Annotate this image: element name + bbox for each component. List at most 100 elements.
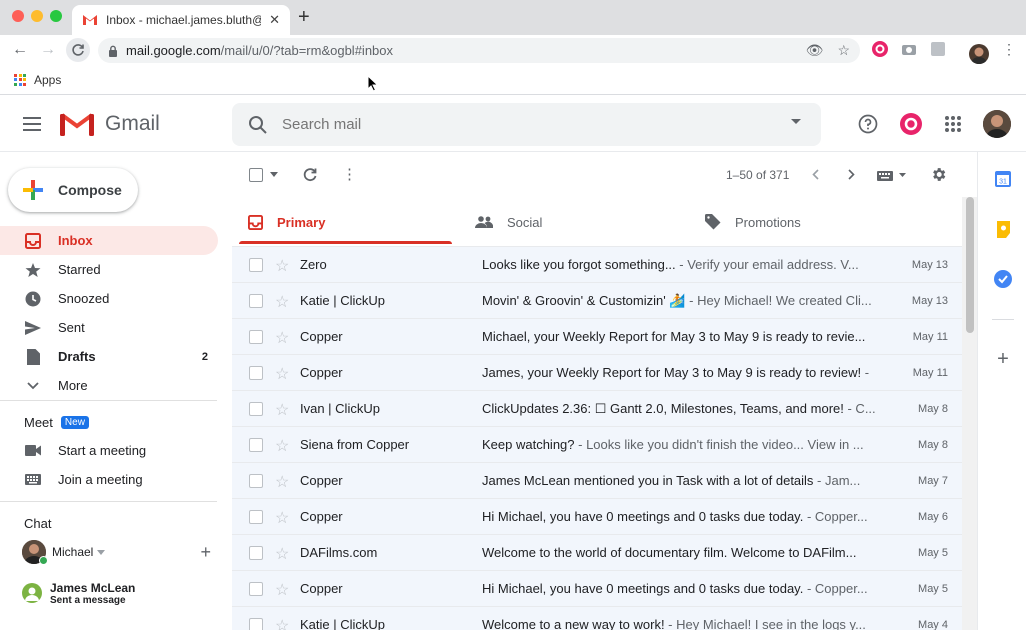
star-icon[interactable]: ☆ — [275, 580, 289, 600]
scrollbar-thumb[interactable] — [966, 197, 974, 333]
more-options-icon[interactable]: ⋮ — [342, 165, 357, 183]
maximize-window-button[interactable] — [50, 10, 62, 22]
search-input[interactable] — [282, 116, 762, 133]
refresh-icon[interactable] — [303, 167, 317, 182]
star-icon[interactable]: ☆ — [275, 400, 289, 420]
keep-icon[interactable] — [994, 220, 1012, 238]
send-icon — [24, 319, 42, 337]
gmail-logo[interactable]: Gmail — [60, 111, 160, 137]
star-icon[interactable]: ☆ — [275, 436, 289, 456]
sidebar-item-inbox[interactable]: Inbox — [0, 226, 218, 255]
tab-promotions[interactable]: Promotions — [705, 197, 801, 247]
star-icon[interactable]: ☆ — [275, 616, 289, 630]
url-host: mail.google.com — [126, 43, 221, 58]
search-icon[interactable] — [248, 115, 268, 135]
forward-button[interactable]: → — [36, 39, 60, 61]
chat-user-status[interactable]: Michael + — [22, 539, 217, 565]
older-chevron-left-icon[interactable] — [812, 169, 819, 180]
search-options-chevron-down-icon[interactable] — [791, 119, 801, 124]
main-menu-button[interactable] — [20, 113, 44, 135]
select-chevron-down-icon[interactable] — [270, 172, 278, 177]
google-apps-icon[interactable] — [941, 112, 965, 136]
star-icon[interactable]: ☆ — [275, 328, 289, 348]
bookmark-star-icon[interactable]: ☆ — [837, 42, 850, 59]
email-row[interactable]: ☆ DAFilms.com Welcome to the world of docu… — [232, 535, 962, 571]
star-icon[interactable]: ☆ — [275, 256, 289, 276]
apps-grid-icon[interactable] — [14, 73, 26, 86]
tag-icon — [705, 214, 721, 230]
reload-button[interactable] — [66, 38, 90, 62]
new-chat-plus-icon[interactable]: + — [200, 542, 211, 563]
email-checkbox[interactable] — [249, 474, 263, 488]
input-tools-chevron-down-icon[interactable] — [899, 173, 906, 177]
star-icon[interactable]: ☆ — [275, 364, 289, 384]
clickup-icon[interactable] — [899, 112, 923, 136]
chat-contact-james[interactable]: James McLean Sent a message — [22, 578, 217, 608]
start-meeting-item[interactable]: Start a meeting — [0, 436, 218, 465]
email-snippet: Keep watching? - Looks like you didn't f… — [482, 437, 877, 452]
clickup-extension-icon[interactable] — [871, 40, 889, 58]
puzzle-extension-icon[interactable] — [929, 40, 947, 58]
tasks-icon[interactable] — [994, 270, 1012, 288]
omnibox[interactable]: mail.google.com/mail/u/0/?tab=rm&ogbl#in… — [98, 38, 860, 63]
join-meeting-item[interactable]: Join a meeting — [0, 465, 218, 494]
email-row[interactable]: ☆ Zero Looks like you forgot something... … — [232, 247, 962, 283]
eye-icon[interactable]: 👁 — [806, 42, 824, 59]
gmail-m-icon — [60, 113, 94, 136]
star-icon[interactable]: ☆ — [275, 544, 289, 564]
email-row[interactable]: ☆ Ivan | ClickUp ClickUpdates 2.36: ☐ Gant… — [232, 391, 962, 427]
star-icon[interactable]: ☆ — [275, 472, 289, 492]
input-tools-keyboard-icon[interactable] — [877, 171, 893, 181]
star-icon[interactable]: ☆ — [275, 508, 289, 528]
apps-bookmark[interactable]: Apps — [34, 73, 61, 87]
tab-social[interactable]: Social — [475, 197, 542, 247]
minimize-window-button[interactable] — [31, 10, 43, 22]
get-addons-plus-icon[interactable]: + — [994, 348, 1012, 370]
sidebar: Compose Inbox Starred Snoozed Sent Draft… — [0, 152, 232, 630]
email-row[interactable]: ☆ Copper Hi Michael, you have 0 meetings a… — [232, 499, 962, 535]
sidebar-item-starred[interactable]: Starred — [0, 255, 218, 284]
account-avatar[interactable] — [983, 110, 1011, 138]
newer-chevron-right-icon[interactable] — [848, 169, 855, 180]
select-all-checkbox[interactable] — [249, 168, 263, 182]
email-checkbox[interactable] — [249, 330, 263, 344]
tab-primary[interactable]: Primary — [248, 197, 325, 247]
email-row[interactable]: ☆ Copper Michael, your Weekly Report for M… — [232, 319, 962, 355]
compose-button[interactable]: Compose — [8, 168, 138, 212]
settings-gear-icon[interactable] — [930, 166, 947, 183]
email-sender: Katie | ClickUp — [300, 617, 386, 630]
email-checkbox[interactable] — [249, 582, 263, 596]
browser-tab-inbox[interactable]: Inbox - michael.james.bluth@g ✕ — [72, 5, 290, 35]
email-row[interactable]: ☆ Copper Hi Michael, you have 0 meetings a… — [232, 571, 962, 607]
sidebar-item-snoozed[interactable]: Snoozed — [0, 284, 218, 313]
email-checkbox[interactable] — [249, 366, 263, 380]
help-icon[interactable] — [856, 112, 880, 136]
email-row[interactable]: ☆ Copper James, your Weekly Report for May… — [232, 355, 962, 391]
sidebar-item-sent[interactable]: Sent — [0, 313, 218, 342]
star-icon[interactable]: ☆ — [275, 292, 289, 312]
tab-close-icon[interactable]: ✕ — [269, 12, 280, 28]
sidebar-item-drafts[interactable]: Drafts 2 — [0, 342, 218, 371]
email-row[interactable]: ☆ Katie | ClickUp Welcome to a new way to … — [232, 607, 962, 630]
chat-status-chevron-down-icon[interactable] — [97, 549, 106, 555]
email-checkbox[interactable] — [249, 510, 263, 524]
email-checkbox[interactable] — [249, 258, 263, 272]
email-row[interactable]: ☆ Siena from Copper Keep watching? - Looks… — [232, 427, 962, 463]
email-row[interactable]: ☆ Copper James McLean mentioned you in Tas… — [232, 463, 962, 499]
email-list-scrollbar[interactable] — [962, 197, 977, 630]
email-row[interactable]: ☆ Katie | ClickUp Movin' & Groovin' & Cust… — [232, 283, 962, 319]
sidebar-item-more[interactable]: More — [0, 371, 218, 400]
email-checkbox[interactable] — [249, 546, 263, 560]
camera-extension-icon[interactable] — [900, 40, 918, 58]
close-window-button[interactable] — [12, 10, 24, 22]
email-checkbox[interactable] — [249, 294, 263, 308]
browser-profile-avatar[interactable] — [969, 44, 989, 64]
email-checkbox[interactable] — [249, 402, 263, 416]
back-button[interactable]: ← — [8, 39, 32, 61]
email-date: May 5 — [918, 546, 948, 559]
calendar-icon[interactable]: 31 — [994, 170, 1012, 188]
email-checkbox[interactable] — [249, 618, 263, 630]
browser-menu-icon[interactable]: ⋮ — [1000, 40, 1018, 58]
new-tab-button[interactable]: + — [298, 5, 310, 29]
email-checkbox[interactable] — [249, 438, 263, 452]
